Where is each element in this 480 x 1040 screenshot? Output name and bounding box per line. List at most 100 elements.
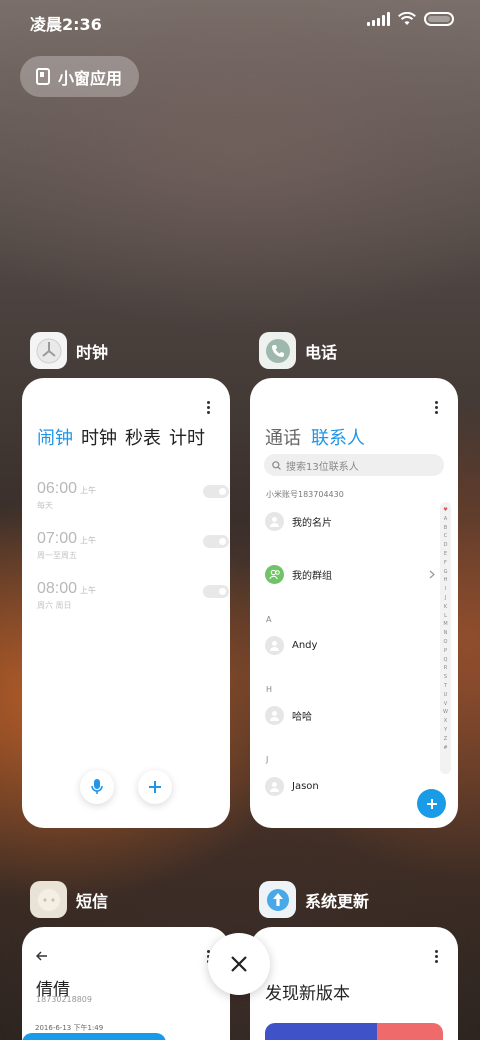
search-placeholder: 搜索13位联系人 (286, 461, 359, 473)
search-icon (272, 460, 281, 470)
group-icon (265, 565, 284, 584)
tab-calls[interactable]: 通话 (265, 424, 301, 450)
section-header: H (266, 685, 273, 694)
index-letter[interactable]: U (444, 691, 448, 700)
clock-app-icon (30, 332, 67, 369)
update-card[interactable]: 发现新版本 (250, 927, 458, 1040)
close-icon (231, 956, 247, 972)
index-letter[interactable]: X (444, 717, 447, 726)
index-letter[interactable]: V (444, 700, 447, 709)
alarm-repeat: 周六 周日 (37, 601, 72, 610)
phone-app-icon (259, 332, 296, 369)
alarm-item[interactable]: 06:00 上午 每天 (37, 478, 229, 518)
index-letter[interactable]: Z (444, 735, 447, 744)
index-letter[interactable]: ♥ (443, 506, 447, 515)
index-letter[interactable]: D (444, 541, 448, 550)
contact-item[interactable]: 哈哈 (265, 706, 312, 725)
voice-button[interactable] (80, 770, 114, 804)
tab-timer[interactable]: 计时 (169, 424, 205, 450)
alarm-item[interactable]: 07:00 上午 周一至周五 (37, 528, 229, 568)
index-letter[interactable]: Q (444, 656, 448, 665)
status-bar: 凌晨2:36 (0, 0, 480, 40)
alarm-toggle[interactable] (203, 485, 229, 498)
clock-app-title: 时钟 (76, 342, 109, 362)
index-letter[interactable]: L (444, 612, 447, 621)
index-letter[interactable]: F (444, 559, 447, 568)
battery-icon (424, 12, 454, 26)
contact-my-groups[interactable]: 我的群组 (265, 565, 435, 584)
plus-icon (149, 781, 161, 793)
index-letter[interactable]: M (443, 620, 447, 629)
add-alarm-button[interactable] (138, 770, 172, 804)
contact-item[interactable]: Andy (265, 636, 317, 655)
alphabet-index[interactable]: ♥ A B C D E F G H I J K L M N O P Q R S T U V W X Y Z # (440, 502, 451, 774)
alarm-ampm: 上午 (80, 586, 97, 595)
clock-tabs: 闹钟 时钟 秒表 计时 (37, 424, 205, 450)
alarm-ampm: 上午 (80, 486, 97, 495)
index-letter[interactable]: O (444, 638, 448, 647)
tab-contacts[interactable]: 联系人 (311, 424, 365, 450)
alarm-toggle[interactable] (203, 535, 229, 548)
add-contact-button[interactable] (417, 789, 446, 818)
index-letter[interactable]: H (444, 576, 448, 585)
alarm-item[interactable]: 08:00 上午 周六 周日 (37, 578, 229, 618)
more-icon[interactable] (207, 401, 210, 414)
clock-card[interactable]: 闹钟 时钟 秒表 计时 06:00 上午 每天 07:00 上午 周一至周五 08:… (22, 378, 230, 828)
clock-app-header[interactable]: 时钟 (30, 332, 108, 369)
contact-my-card[interactable]: 我的名片 (265, 512, 332, 531)
alarm-time: 07:00 (37, 530, 78, 547)
back-arrow-icon[interactable] (36, 951, 48, 961)
index-letter[interactable]: G (444, 568, 448, 577)
index-letter[interactable]: P (444, 647, 447, 656)
phone-card[interactable]: 通话 联系人 搜索13位联系人 小米账号183704430 我的名片 我的群组 … (250, 378, 458, 828)
index-letter[interactable]: T (444, 682, 447, 691)
floating-window-button[interactable]: 小窗应用 (20, 56, 139, 97)
status-icons (367, 12, 454, 26)
index-letter[interactable]: B (444, 524, 447, 533)
more-icon[interactable] (435, 401, 438, 414)
account-label: 小米账号183704430 (266, 490, 344, 499)
status-time: 凌晨2:36 (30, 15, 102, 34)
index-letter[interactable]: C (444, 532, 448, 541)
tab-stopwatch[interactable]: 秒表 (125, 424, 161, 450)
clear-all-button[interactable] (208, 933, 270, 995)
more-icon[interactable] (435, 950, 438, 963)
alarm-toggle[interactable] (203, 585, 229, 598)
alarm-repeat: 每天 (37, 501, 53, 510)
sms-app-header[interactable]: 短信 (30, 881, 108, 918)
contact-name: 我的群组 (292, 571, 332, 582)
index-letter[interactable]: A (444, 515, 447, 524)
update-app-header[interactable]: 系统更新 (259, 881, 369, 918)
tab-alarm[interactable]: 闹钟 (37, 424, 73, 450)
microphone-icon (91, 779, 103, 794)
index-letter[interactable]: W (443, 708, 448, 717)
update-banner (265, 1023, 443, 1040)
index-letter[interactable]: I (445, 585, 446, 594)
phone-app-header[interactable]: 电话 (259, 332, 337, 369)
chevron-right-icon (429, 570, 435, 579)
tab-clock[interactable]: 时钟 (81, 424, 117, 450)
update-app-icon (259, 881, 296, 918)
floating-window-icon (36, 68, 50, 85)
index-letter[interactable]: J (445, 594, 446, 603)
message-bubble[interactable] (22, 1033, 166, 1040)
contact-item[interactable]: Jason (265, 777, 319, 796)
person-icon (265, 636, 284, 655)
index-letter[interactable]: E (444, 550, 447, 559)
search-input[interactable]: 搜索13位联系人 (264, 454, 444, 476)
alarm-time: 06:00 (37, 480, 78, 497)
update-heading: 发现新版本 (265, 984, 350, 1004)
alarm-repeat: 周一至周五 (37, 551, 77, 560)
index-letter[interactable]: Y (444, 726, 447, 735)
signal-icon (367, 12, 390, 26)
index-letter[interactable]: S (444, 673, 447, 682)
section-header: A (266, 615, 272, 624)
index-letter[interactable]: N (444, 629, 448, 638)
sms-card[interactable]: 倩倩 18730218809 2016-6-13 下午1:49 (22, 927, 230, 1040)
update-app-title: 系统更新 (305, 891, 370, 911)
person-icon (265, 706, 284, 725)
wifi-icon (398, 12, 416, 25)
index-letter[interactable]: R (444, 664, 447, 673)
index-letter[interactable]: # (443, 744, 447, 753)
index-letter[interactable]: K (444, 603, 447, 612)
